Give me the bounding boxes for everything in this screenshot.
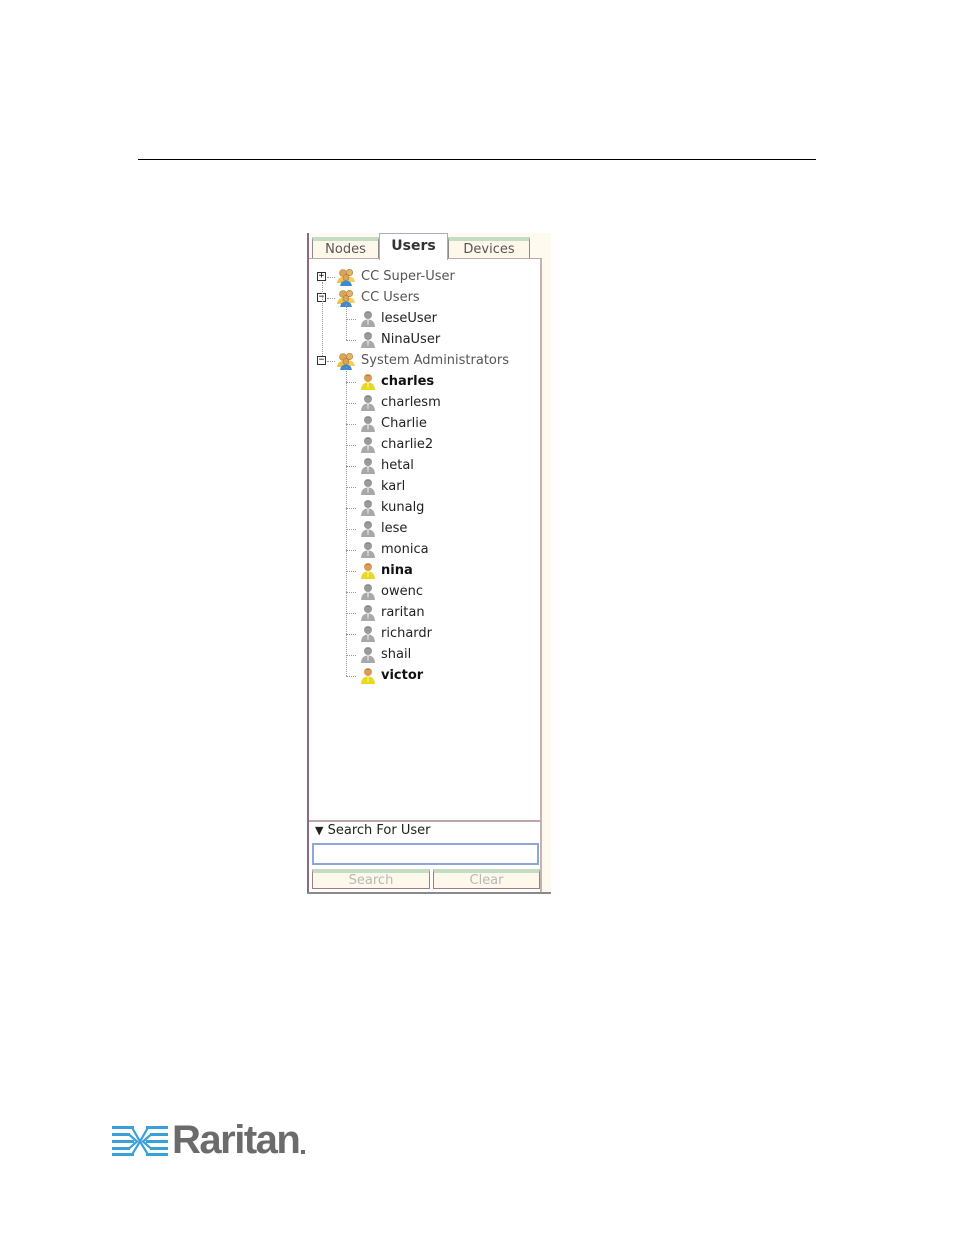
tab-nodes[interactable]: Nodes bbox=[312, 237, 379, 258]
tree-user-item[interactable]: owenc bbox=[360, 581, 423, 602]
tree-user-item[interactable]: charlesm bbox=[360, 392, 441, 413]
header-rule bbox=[138, 159, 816, 160]
clear-button[interactable]: Clear bbox=[433, 869, 540, 889]
panel-bottom-border bbox=[307, 892, 551, 894]
tree-user-item[interactable]: raritan bbox=[360, 602, 425, 623]
tab-users[interactable]: Users bbox=[379, 233, 448, 260]
expand-node-icon[interactable]: + bbox=[317, 271, 326, 281]
raritan-wordmark: Raritan bbox=[172, 1118, 301, 1162]
search-title: Search For User bbox=[327, 823, 431, 838]
tree-group-label: CC Super-User bbox=[361, 269, 455, 284]
search-header[interactable]: ▼ Search For User bbox=[315, 823, 430, 838]
tree-connector bbox=[346, 570, 356, 572]
tree-group-1[interactable]: CC Users bbox=[336, 287, 420, 308]
tree-user-label: kunalg bbox=[381, 500, 425, 515]
logo-dot bbox=[301, 1150, 306, 1154]
tree-connector bbox=[346, 444, 356, 446]
raritan-logo-icon bbox=[112, 1126, 168, 1156]
tree-user-item[interactable]: charles bbox=[360, 371, 434, 392]
tree-connector bbox=[346, 507, 356, 509]
user-inactive-icon bbox=[360, 499, 376, 516]
collapse-node-icon[interactable]: − bbox=[317, 355, 326, 365]
tree-connector bbox=[346, 339, 356, 341]
tree-connector bbox=[346, 675, 356, 677]
tree-connector bbox=[346, 318, 356, 320]
tree-user-item[interactable]: victor bbox=[360, 665, 423, 686]
user-inactive-icon bbox=[360, 331, 376, 348]
user-inactive-icon bbox=[360, 457, 376, 474]
tree-user-label: karl bbox=[381, 479, 406, 494]
tree-user-label: richardr bbox=[381, 626, 433, 641]
tab-devices[interactable]: Devices bbox=[448, 237, 530, 258]
user-inactive-icon bbox=[360, 415, 376, 432]
user-active-icon bbox=[360, 373, 376, 390]
tree-user-label: charlesm bbox=[381, 395, 441, 410]
tree-connector bbox=[346, 549, 356, 551]
tree-connector bbox=[346, 633, 356, 635]
tree-user-label: victor bbox=[381, 668, 424, 683]
tree-group-label: System Administrators bbox=[361, 353, 510, 368]
tree-connector bbox=[346, 367, 347, 676]
user-inactive-icon bbox=[360, 625, 376, 642]
tree-user-label: nina bbox=[381, 563, 413, 578]
tree-group-0[interactable]: CC Super-User bbox=[336, 266, 455, 287]
user-inactive-icon bbox=[360, 394, 376, 411]
tree-connector bbox=[346, 381, 356, 383]
search-button[interactable]: Search bbox=[312, 869, 430, 889]
tree-user-label: charles bbox=[381, 374, 435, 389]
tree-connector bbox=[346, 423, 356, 425]
tree-connector bbox=[327, 297, 335, 299]
tree-user-item[interactable]: NinaUser bbox=[360, 329, 440, 350]
tree-user-label: raritan bbox=[381, 605, 425, 620]
tree-user-label: shail bbox=[381, 647, 412, 662]
user-inactive-icon bbox=[360, 604, 376, 621]
tree-connector bbox=[346, 486, 356, 488]
tree-user-label: Charlie bbox=[381, 416, 427, 431]
user-inactive-icon bbox=[360, 310, 376, 327]
tree-connector bbox=[346, 304, 347, 340]
tree-connector bbox=[346, 465, 356, 467]
user-inactive-icon bbox=[360, 541, 376, 558]
user-active-icon bbox=[360, 562, 376, 579]
tree-user-item[interactable]: nina bbox=[360, 560, 413, 581]
tree-connector bbox=[346, 591, 356, 593]
user-active-icon bbox=[360, 667, 376, 684]
tree-connector bbox=[346, 402, 356, 404]
user-inactive-icon bbox=[360, 436, 376, 453]
user-inactive-icon bbox=[360, 520, 376, 537]
tree-user-item[interactable]: charlie2 bbox=[360, 434, 433, 455]
user-inactive-icon bbox=[360, 478, 376, 495]
tree-user-label: leseUser bbox=[381, 311, 438, 326]
tree-user-item[interactable]: kunalg bbox=[360, 497, 424, 518]
tree-connector bbox=[327, 276, 335, 278]
tree-user-item[interactable]: leseUser bbox=[360, 308, 437, 329]
tree-user-label: monica bbox=[381, 542, 429, 557]
user-inactive-icon bbox=[360, 646, 376, 663]
tree-connector bbox=[346, 654, 356, 656]
raritan-logo: Raritan bbox=[112, 1118, 306, 1162]
tree-user-label: charlie2 bbox=[381, 437, 434, 452]
tree-user-label: lese bbox=[381, 521, 408, 536]
user-inactive-icon bbox=[360, 583, 376, 600]
tree-connector bbox=[346, 612, 356, 614]
tree-connector bbox=[327, 360, 335, 362]
tree-connector bbox=[322, 281, 323, 356]
tree-user-label: hetal bbox=[381, 458, 414, 473]
tree-user-item[interactable]: lese bbox=[360, 518, 407, 539]
tree-connector bbox=[346, 528, 356, 530]
tree-user-item[interactable]: monica bbox=[360, 539, 429, 560]
search-user-input[interactable] bbox=[312, 843, 539, 865]
user-group-icon bbox=[336, 268, 356, 286]
tree-user-item[interactable]: Charlie bbox=[360, 413, 427, 434]
tree-user-label: owenc bbox=[381, 584, 423, 599]
tree-group-2[interactable]: System Administrators bbox=[336, 350, 509, 371]
tree-user-item[interactable]: richardr bbox=[360, 623, 432, 644]
tree-user-item[interactable]: shail bbox=[360, 644, 411, 665]
tree-group-label: CC Users bbox=[361, 290, 420, 305]
collapse-triangle-icon[interactable]: ▼ bbox=[315, 824, 323, 837]
tree-user-label: NinaUser bbox=[381, 332, 441, 347]
tree-user-item[interactable]: hetal bbox=[360, 455, 414, 476]
tree-user-item[interactable]: karl bbox=[360, 476, 405, 497]
